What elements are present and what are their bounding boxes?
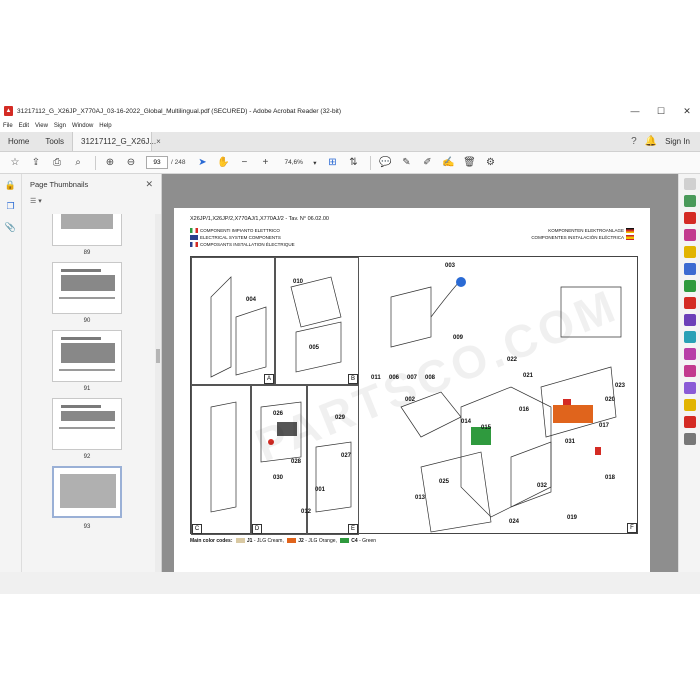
maximize-button[interactable]: ☐	[648, 106, 674, 117]
protect-icon[interactable]	[683, 314, 696, 326]
tab-bar: Home Tools 31217112_G_X26J... × ? 🔔 Sign…	[0, 132, 700, 152]
print-icon[interactable]: ⎙	[48, 154, 66, 172]
organize-pages-icon[interactable]	[683, 280, 696, 292]
thumbnail-page-number: 93	[83, 524, 91, 530]
color-legend: Main color codes: J1 - JLG Cream, J2 - J…	[190, 538, 377, 544]
redact-icon[interactable]	[683, 297, 696, 309]
thumbnail-page[interactable]	[52, 330, 122, 382]
thumbnail-page-number: 91	[83, 386, 91, 392]
window-title: 31217112_G_X26JP_X770AJ_03-16-2022_Globa…	[17, 107, 341, 115]
main-toolbar: ☆ ⇪ ⎙ ⌕ ⊕ ⊖ 93 / 248 ➤ ✋ − + 74,6% ▾ ⊞ ⇅…	[0, 152, 700, 174]
stamp-icon[interactable]: ⚙	[481, 154, 499, 172]
menu-window[interactable]: Window	[72, 123, 93, 129]
compress-icon[interactable]	[683, 331, 696, 343]
tab-document-label: 31217112_G_X26J...	[81, 137, 157, 146]
attachment-icon[interactable]: 📎	[5, 222, 16, 233]
thumbnails-icon[interactable]: ❐	[6, 201, 14, 212]
page-number-input[interactable]: 93	[146, 156, 168, 169]
thumbnail-scrollbar[interactable]	[155, 214, 161, 572]
thumbnail-page-number: 90	[83, 318, 91, 324]
page-fit-icon[interactable]: ⊞	[323, 154, 341, 172]
close-panel-icon[interactable]: ✕	[145, 179, 153, 190]
lang-fr: COMPOSANTS INSTALLATION ÉLECTRIQUE	[200, 242, 295, 247]
previous-page-icon[interactable]: ⊕	[101, 154, 119, 172]
thumbnail-options-button[interactable]: ☰ ▾	[22, 194, 161, 208]
tab-document[interactable]: 31217112_G_X26J... ×	[72, 132, 161, 151]
menu-bar: File Edit View Sign Window Help	[0, 120, 700, 132]
left-rail: 🔒 ❐ 📎	[0, 174, 22, 572]
prepare-form-icon[interactable]	[683, 382, 696, 394]
menu-view[interactable]: View	[35, 123, 48, 129]
help-icon[interactable]: ?	[631, 136, 637, 147]
zoom-value: 74,6%	[284, 159, 303, 166]
lang-es: COMPONENTES INSTALACIÓN ELÉCTRICA	[531, 235, 624, 240]
swatch-cream	[235, 538, 245, 544]
minimize-button[interactable]: —	[622, 106, 648, 117]
zoom-in-icon[interactable]: +	[256, 154, 274, 172]
comment-tool-icon[interactable]	[683, 246, 696, 258]
legend-title: Main color codes:	[190, 538, 233, 544]
scan-ocr-icon[interactable]	[683, 416, 696, 428]
comment-icon[interactable]: 💬	[376, 154, 394, 172]
upload-icon[interactable]: ⇪	[27, 154, 45, 172]
title-bar: ▲ 31217112_G_X26JP_X770AJ_03-16-2022_Glo…	[0, 102, 700, 120]
highlight-icon[interactable]: ✎	[397, 154, 415, 172]
tab-tools[interactable]: Tools	[37, 132, 72, 151]
search-tool-icon[interactable]	[683, 178, 696, 190]
thumbnail-page-number: 92	[83, 454, 91, 460]
thumbnail-page-selected[interactable]	[52, 466, 122, 518]
lang-en: ELECTRICAL SYSTEM COMPONENTS	[200, 235, 281, 240]
menu-edit[interactable]: Edit	[19, 123, 29, 129]
thumbnail-page[interactable]	[52, 214, 122, 246]
scroll-mode-icon[interactable]: ⇅	[344, 154, 362, 172]
pdf-app-icon: ▲	[4, 106, 13, 116]
swatch-green	[340, 538, 350, 544]
bookmark-star-icon[interactable]: ☆	[6, 154, 24, 172]
draw-icon[interactable]: ✐	[418, 154, 436, 172]
page-header: X26JP/1,X26JP/2,X770AJ/1,X770AJ/2 - Tav.…	[190, 216, 329, 222]
sign-in-button[interactable]: Sign In	[665, 137, 690, 146]
menu-sign[interactable]: Sign	[54, 123, 66, 129]
chevron-down-icon: ▾	[313, 159, 317, 167]
swatch-orange	[287, 538, 297, 544]
zoom-out-icon[interactable]: −	[235, 154, 253, 172]
thumbnail-page[interactable]	[52, 398, 122, 450]
select-cursor-icon[interactable]: ➤	[193, 154, 211, 172]
next-page-icon[interactable]: ⊖	[122, 154, 140, 172]
document-viewer[interactable]: X26JP/1,X26JP/2,X770AJ/1,X770AJ/2 - Tav.…	[162, 174, 678, 572]
thumbnails-title: Page Thumbnails	[30, 179, 89, 189]
page-total: / 248	[171, 159, 186, 166]
thumbnail-page[interactable]	[52, 262, 122, 314]
zoom-select[interactable]: 74,6% ▾	[281, 156, 319, 169]
delete-icon[interactable]: 🗑	[460, 154, 478, 172]
combine-files-icon[interactable]	[683, 263, 696, 275]
lang-de: KOMPONENTEN ELEKTROANLAGE	[548, 228, 624, 233]
request-signature-icon[interactable]	[683, 365, 696, 377]
menu-help[interactable]: Help	[99, 123, 111, 129]
notifications-icon[interactable]: 🔔	[645, 136, 657, 147]
search-icon[interactable]: ⌕	[69, 154, 87, 172]
tab-home[interactable]: Home	[0, 132, 37, 151]
lock-icon[interactable]: 🔒	[5, 180, 16, 191]
hand-tool-icon[interactable]: ✋	[214, 154, 232, 172]
create-pdf-icon[interactable]	[683, 212, 696, 224]
sign-icon[interactable]: ✍	[439, 154, 457, 172]
export-pdf-icon[interactable]	[683, 195, 696, 207]
more-tools-icon[interactable]	[683, 433, 696, 445]
acrobat-window: ▲ 31217112_G_X26JP_X770AJ_03-16-2022_Glo…	[0, 102, 700, 594]
fill-sign-icon[interactable]	[683, 348, 696, 360]
thumbnails-panel: Page Thumbnails ✕ ☰ ▾ 89 90 91 92 93	[22, 174, 162, 572]
send-review-icon[interactable]	[683, 399, 696, 411]
right-tools-rail	[678, 174, 700, 572]
lang-it: COMPONENTI IMPIANTO ELETTRICO	[200, 228, 280, 233]
close-window-button[interactable]: ✕	[674, 106, 700, 117]
edit-pdf-icon[interactable]	[683, 229, 696, 241]
pdf-page: X26JP/1,X26JP/2,X770AJ/1,X770AJ/2 - Tav.…	[174, 208, 650, 572]
thumbnail-page-number: 89	[83, 250, 91, 256]
menu-file[interactable]: File	[3, 123, 13, 129]
